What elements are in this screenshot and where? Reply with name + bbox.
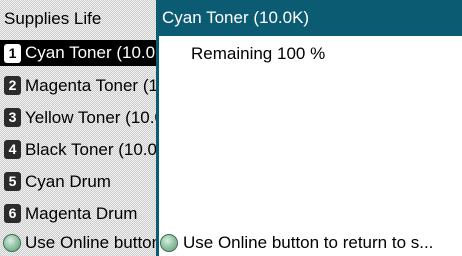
number-5-icon: 5 bbox=[4, 172, 21, 191]
number-4-icon: 4 bbox=[4, 140, 21, 159]
detail-footer-hint: Use Online button to return to s... bbox=[159, 230, 462, 256]
menu-item-black-toner[interactable]: 4 Black Toner (10.0K) bbox=[0, 134, 156, 165]
menu-item-magenta-toner[interactable]: 2 Magenta Toner (10.0K) bbox=[0, 70, 156, 101]
remaining-status: Remaining 100 % bbox=[191, 44, 326, 63]
number-6-icon: 6 bbox=[4, 204, 21, 223]
number-2-icon: 2 bbox=[4, 76, 21, 95]
menu-item-label: Magenta Toner (10.0K) bbox=[25, 75, 156, 95]
menu-item-yellow-toner[interactable]: 3 Yellow Toner (10.0K) bbox=[0, 102, 156, 133]
detail-footer-text: Use Online button to return to s... bbox=[183, 233, 434, 252]
menu-item-cyan-drum[interactable]: 5 Cyan Drum bbox=[0, 166, 156, 197]
online-button-icon bbox=[3, 234, 21, 252]
menu-item-label: Cyan Drum bbox=[25, 171, 111, 191]
number-1-icon: 1 bbox=[4, 43, 21, 63]
menu-item-label: Black Toner (10.0K) bbox=[25, 139, 156, 159]
menu-item-magenta-drum[interactable]: 6 Magenta Drum bbox=[0, 198, 156, 229]
online-button-icon bbox=[160, 234, 178, 252]
menu-item-label: Cyan Toner (10.0K) bbox=[25, 43, 156, 62]
supplies-menu-list: 1 Cyan Toner (10.0K) 2 Magenta Toner (10… bbox=[0, 38, 156, 230]
menu-item-cyan-toner[interactable]: 1 Cyan Toner (10.0K) bbox=[0, 40, 156, 66]
menu-footer-text: Use Online button to return to standby s… bbox=[25, 233, 156, 252]
menu-item-label: Yellow Toner (10.0K) bbox=[25, 107, 156, 127]
menu-footer-hint: Use Online button to return to standby s… bbox=[0, 230, 156, 256]
cyan-toner-detail-panel: Cyan Toner (10.0K) Remaining 100 % Use O… bbox=[156, 0, 462, 256]
number-3-icon: 3 bbox=[4, 108, 21, 127]
detail-title: Cyan Toner (10.0K) bbox=[159, 0, 462, 36]
menu-item-label: Magenta Drum bbox=[25, 203, 138, 223]
menu-title: Supplies Life bbox=[4, 9, 102, 28]
